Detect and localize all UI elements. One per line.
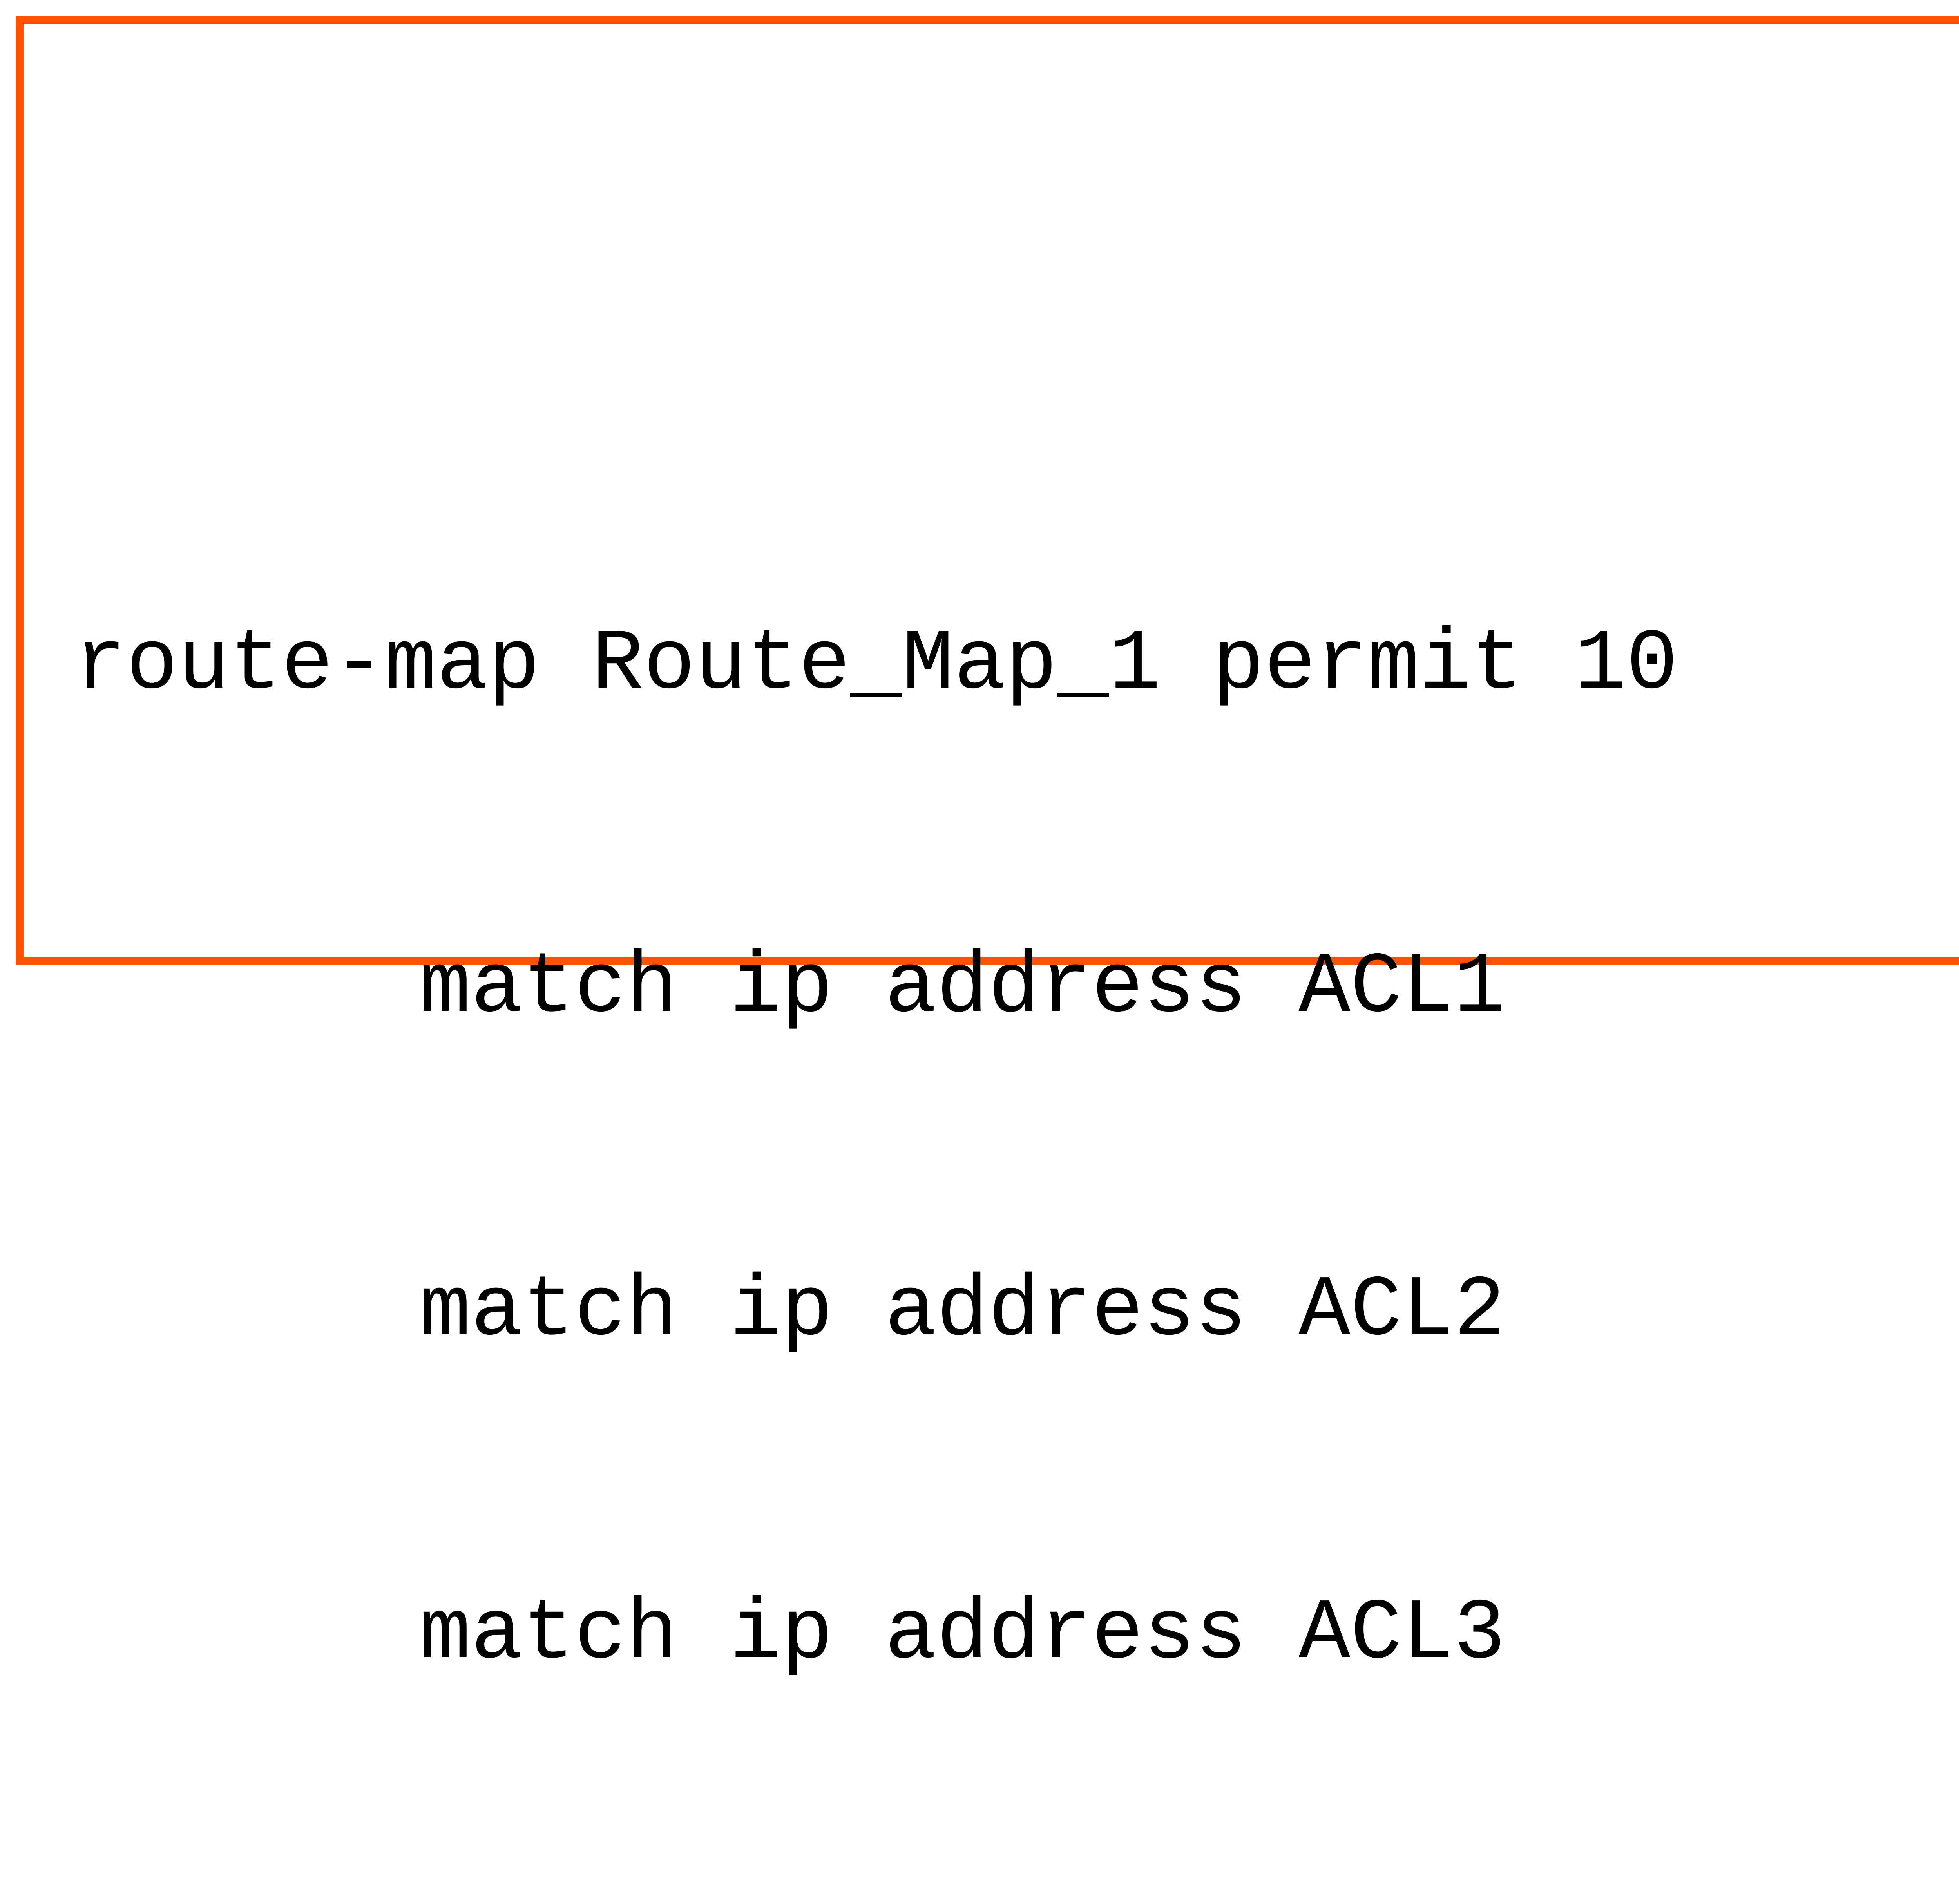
code-line-3: match ip address ACL2 — [74, 1258, 1678, 1365]
code-line-2: match ip address ACL1 — [74, 934, 1678, 1042]
code-block: route-map Route_Map_1 permit 10 match ip… — [74, 396, 1678, 1904]
code-line-1: route-map Route_Map_1 permit 10 — [74, 611, 1678, 719]
code-line-4: match ip address ACL3 — [74, 1581, 1678, 1689]
document-frame: PIVIT route-map Route_Map_1 permit 10 ma… — [16, 16, 1959, 965]
